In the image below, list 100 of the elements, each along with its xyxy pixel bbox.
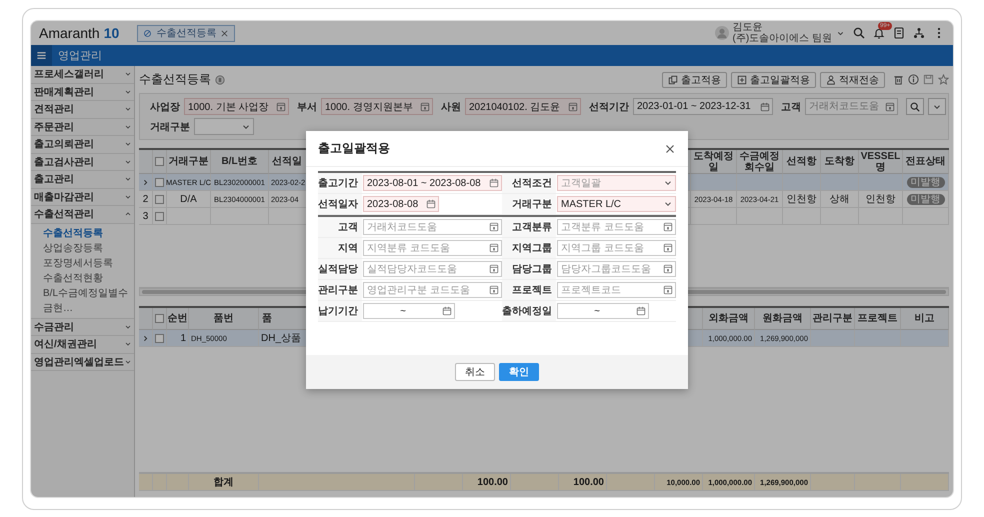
input-field[interactable]: 거래처코드도움 [363, 219, 502, 235]
input-field[interactable]: 2023-08-08 [363, 196, 439, 212]
calendar-icon [489, 178, 499, 188]
label-cell: 선적조건 [502, 173, 556, 193]
field-label: 부서 [297, 100, 317, 114]
trash-icon [893, 74, 904, 85]
calendar-icon [442, 306, 452, 316]
dropdown[interactable]: MASTER L/C [557, 196, 676, 212]
input-field[interactable]: 2023-01-01 ~ 2023-12-31 [633, 98, 773, 115]
table-cell: 인천항 [783, 191, 821, 208]
column-header: B/L번호 [211, 150, 269, 174]
menu-button[interactable] [31, 45, 52, 66]
avatar-icon [714, 26, 729, 40]
code-help-icon [663, 285, 673, 295]
code-help-icon [489, 222, 499, 232]
bell-icon [873, 27, 885, 39]
submenu-item[interactable]: 수출선적현황 [43, 270, 134, 286]
column-header: 전표상태 [903, 150, 949, 174]
calendar-icon [426, 199, 436, 209]
checkbox[interactable] [155, 212, 164, 220]
code-help-icon [489, 243, 499, 253]
column-header: 선적일 [269, 150, 309, 174]
label-cell: 실적담당 [318, 259, 362, 279]
checkbox[interactable] [155, 178, 164, 186]
column-header: 도착항 [821, 150, 859, 174]
code-help-icon [489, 264, 499, 274]
table-cell [811, 330, 855, 347]
input-field[interactable]: 담당자그룹코드도움 [557, 261, 676, 277]
search-button[interactable] [906, 98, 924, 115]
input-field[interactable]: 2021040102. 김도윤 [465, 98, 581, 115]
label-cell: 담당그룹 [502, 259, 556, 279]
table-cell [783, 174, 821, 191]
chevron-down-icon [124, 140, 132, 148]
column-header: 외화금액 [703, 308, 755, 330]
input-field[interactable]: ~ [363, 303, 455, 319]
sidebar-item[interactable]: 여신/채권관리 [31, 336, 134, 354]
label-cell: 출고기간 [318, 173, 362, 193]
column-header: VESSEL명 [859, 150, 903, 174]
input-field[interactable]: ~ [557, 303, 649, 319]
sidebar-item[interactable]: 프로세스갤러리 [31, 66, 134, 84]
sidebar-item[interactable]: 매출마감관리 [31, 188, 134, 206]
dropdown[interactable] [194, 118, 254, 135]
input-field[interactable]: 고객분류 코드도움 [557, 219, 676, 235]
page-tab[interactable]: 수출선적등록 [137, 24, 236, 42]
search-icon [910, 102, 920, 112]
info-icon [908, 74, 919, 85]
checkbox[interactable] [155, 314, 164, 323]
checkbox[interactable] [155, 334, 164, 342]
action-button[interactable]: 적재전송 [820, 72, 885, 88]
sidebar-item[interactable]: 출고의뢰관리 [31, 136, 134, 154]
action-button[interactable]: 출고일괄적용 [731, 72, 816, 88]
input-field[interactable]: 1000. 경영지원본부 [321, 98, 433, 115]
table-cell: D/A [167, 191, 211, 208]
checkbox[interactable] [155, 157, 164, 166]
sidebar-item[interactable]: 판매계획관리 [31, 84, 134, 101]
checkbox[interactable] [155, 194, 164, 204]
input-field[interactable]: 거래처코드도움 [805, 98, 898, 115]
close-button[interactable] [664, 142, 676, 154]
cancel-button[interactable]: 취소 [455, 363, 495, 381]
field-label: 거래구분 [150, 120, 190, 134]
input-field[interactable]: 실적담당자코드도움 [363, 261, 502, 277]
logo-text: Amaranth [39, 25, 100, 41]
input-field[interactable]: 프로젝트코드 [557, 282, 676, 298]
total-cell: 100.00 [559, 474, 607, 491]
input-field[interactable]: 1000. 기본 사업장 [184, 98, 289, 115]
status-badge: 미발행 [906, 194, 944, 204]
chevron-down-icon [124, 322, 132, 331]
row-number: 2 [139, 191, 153, 208]
table-cell [737, 174, 783, 191]
copy-icon [668, 74, 678, 84]
sidebar-item[interactable]: 영업관리엑셀업로드 [31, 354, 134, 371]
submenu-item[interactable]: 수출선적등록 [43, 226, 134, 240]
action-button[interactable]: 출고적용 [662, 72, 727, 88]
plus-box-icon [737, 74, 747, 84]
input-field[interactable]: 2023-08-01 ~ 2023-08-08 [363, 175, 502, 191]
sidebar-item[interactable]: 수금관리 [31, 318, 134, 336]
dialog-title: 출고일괄적용 [318, 140, 390, 157]
label-cell: 고객분류 [502, 217, 556, 237]
column-header: 품번 [189, 308, 259, 330]
sidebar-item[interactable]: 출고관리 [31, 171, 134, 188]
input-field[interactable]: 지역분류 코드도움 [363, 240, 502, 256]
submenu-item[interactable]: B/L수금예정일별수금현… [43, 286, 134, 316]
user-company: (주)도솔아이에스 팀원 [732, 33, 832, 44]
chevron-down-icon [124, 158, 132, 166]
sidebar-item[interactable]: 견적관리 [31, 101, 134, 118]
submenu-item[interactable]: 포장명세서등록 [43, 256, 134, 270]
user-name: 김도윤 [732, 22, 764, 33]
sidebar-item[interactable]: 출고검사관리 [31, 154, 134, 171]
total-cell: 합계 [189, 474, 259, 491]
dropdown[interactable]: 고객일괄 [557, 175, 676, 191]
chevron-down-icon [124, 192, 132, 201]
input-field[interactable]: 영업관리구분 코드도움 [363, 282, 502, 298]
label-cell: 관리구분 [318, 280, 362, 300]
search-icon [853, 27, 865, 39]
submenu-item[interactable]: 상업송장등록 [43, 240, 134, 256]
input-field[interactable]: 지역그룹 코드도움 [557, 240, 676, 256]
status-badge: 미발행 [906, 176, 944, 188]
sidebar-item[interactable]: 주문관리 [31, 118, 134, 136]
code-help-icon [663, 222, 673, 232]
menu-icon [36, 50, 47, 61]
